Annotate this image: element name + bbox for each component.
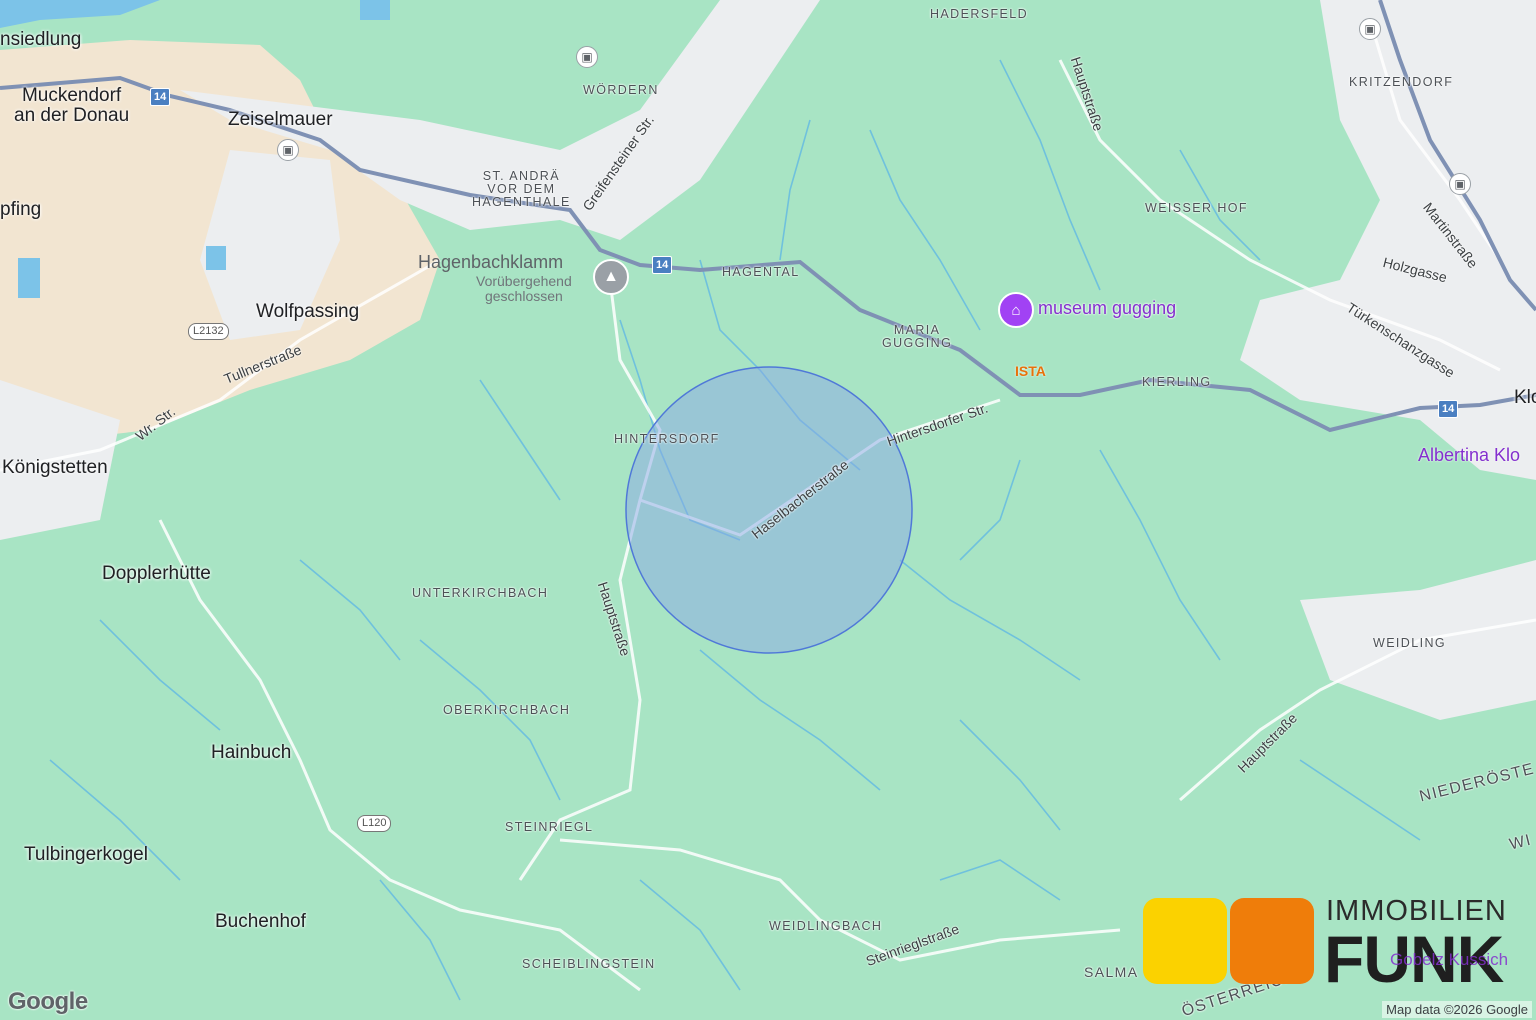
place-scheiblingstein: SCHEIBLINGSTEIN <box>522 957 656 971</box>
place-hadersfeld: HADERSFELD <box>930 7 1029 21</box>
poi-gobelz: Gobelz Kussich <box>1390 950 1509 969</box>
place-weidlingbach: WEIDLINGBACH <box>769 919 883 933</box>
train-station-icon[interactable]: ▣ <box>1359 18 1381 40</box>
road-shield-l2132: L2132 <box>188 323 229 340</box>
map-attribution[interactable]: Map data ©2026 Google <box>1382 1001 1532 1018</box>
place-wolfpassing: Wolfpassing <box>256 301 360 322</box>
train-station-icon[interactable]: ▣ <box>576 46 598 68</box>
road-shield-l120: L120 <box>357 815 392 832</box>
train-station-icon[interactable]: ▣ <box>1449 173 1471 195</box>
lake <box>360 0 390 20</box>
place-oberkirchbach: OBERKIRCHBACH <box>443 703 571 717</box>
poi-museum-gugging[interactable]: museum gugging <box>1038 299 1176 317</box>
place-st-andrae: ST. ANDRÄ VOR DEM HAGENTHALE <box>472 169 571 210</box>
poi-albertina[interactable]: Albertina Klo <box>1418 446 1520 464</box>
place-kierling: KIERLING <box>1142 375 1212 389</box>
place-steinriegl: STEINRIEGL <box>505 820 594 834</box>
pond-2 <box>206 246 226 270</box>
park-pin-icon[interactable]: ▲ <box>593 259 629 295</box>
logo-yellow-square <box>1143 898 1227 984</box>
place-maria-gugging: MARIA GUGGING <box>882 323 953 351</box>
pond-1 <box>18 258 40 298</box>
place-salma: SALMA <box>1084 964 1139 980</box>
road-shield-b14-west: 14 <box>150 88 171 106</box>
poi-ista[interactable]: ISTA <box>1015 364 1046 378</box>
road-shield-b14-east: 14 <box>1438 400 1459 418</box>
place-weisser-hof: WEISSER HOF <box>1145 201 1248 215</box>
road-shield-b14-center: 14 <box>652 256 673 274</box>
map-base-layer <box>0 0 1536 1001</box>
place-hainbuch: Hainbuch <box>211 742 292 763</box>
search-radius-circle[interactable] <box>625 366 913 654</box>
train-station-icon[interactable]: ▣ <box>277 139 299 161</box>
place-ansiedlung: nsiedlung <box>0 29 82 50</box>
place-muckendorf: Muckendorf an der Donau <box>14 85 130 126</box>
place-buchenhof: Buchenhof <box>215 911 306 932</box>
place-pfing: pfing <box>0 199 42 220</box>
place-tulbingerkogel: Tulbingerkogel <box>24 844 148 865</box>
place-woerdern: WÖRDERN <box>583 83 659 97</box>
poi-hagenbachklamm-status: Vorübergehend geschlossen <box>476 273 572 305</box>
logo-orange-square <box>1230 898 1314 984</box>
map-canvas[interactable]: nsiedlung Muckendorf an der Donau Zeisel… <box>0 0 1536 1020</box>
museum-pin-icon[interactable]: ⌂ <box>998 292 1034 328</box>
place-weidling: WEIDLING <box>1373 636 1447 650</box>
danube-river <box>0 0 160 28</box>
poi-hagenbachklamm[interactable]: Hagenbachklamm <box>418 253 563 271</box>
place-hagental: HAGENTAL <box>722 265 800 279</box>
place-unterkirchbach: UNTERKIRCHBACH <box>412 586 549 600</box>
place-dopplerhuette: Dopplerhütte <box>102 563 211 584</box>
place-klo: Klo <box>1514 387 1536 408</box>
place-koenigstetten: Königstetten <box>2 457 108 478</box>
place-hintersdorf: HINTERSDORF <box>614 432 720 446</box>
place-kritzendorf: KRITZENDORF <box>1349 75 1454 89</box>
google-logo[interactable]: Google <box>8 988 88 1016</box>
immobilien-funk-logo: IMMOBILIEN FUNK Gobelz Kussich <box>1140 895 1520 996</box>
place-zeiselmauer: Zeiselmauer <box>228 109 333 130</box>
